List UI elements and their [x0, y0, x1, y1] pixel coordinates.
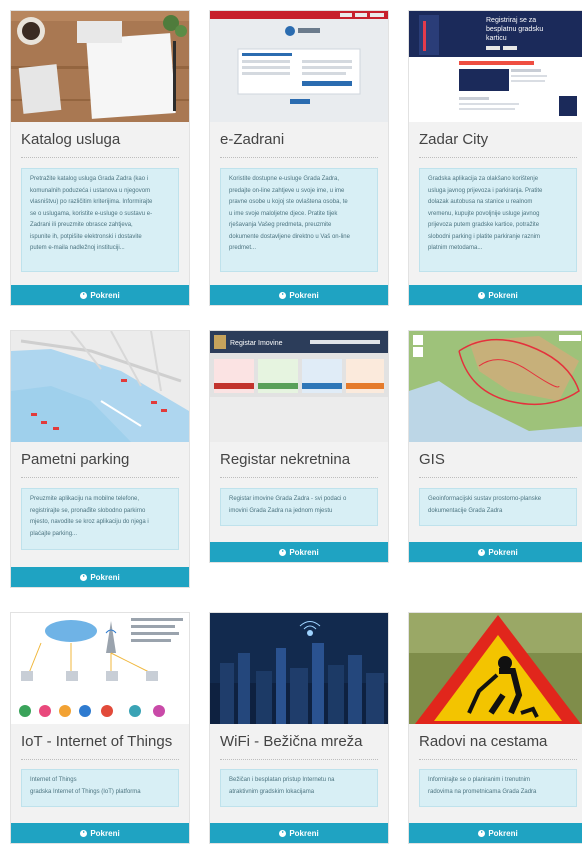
launch-button[interactable]: Pokreni [11, 823, 189, 843]
launch-button[interactable]: Pokreni [210, 542, 388, 562]
wifi-city-image [210, 613, 388, 724]
play-circle-icon [279, 291, 287, 299]
divider [21, 157, 179, 158]
divider [21, 759, 179, 760]
play-circle-icon [478, 829, 486, 837]
card-description: Internet of Things gradska Internet of Th… [21, 769, 179, 807]
card-description: Koristite dostupne e-usluge Grada Zadra,… [220, 168, 378, 272]
launch-button[interactable]: Pokreni [409, 542, 582, 562]
card-title: Radovi na cestama [419, 733, 548, 750]
card-title: IoT - Internet of Things [21, 733, 173, 750]
card-description: Bežičan i besplatan pristup Internetu na… [220, 769, 378, 807]
zadar-city-app-screenshot: Registriraj se za besplatnu gradsku kart… [409, 11, 582, 122]
service-card-gis: GIS Geoinformacijski sustav prostorno-pl… [408, 330, 582, 563]
divider [220, 477, 378, 478]
launch-button[interactable]: Pokreni [11, 285, 189, 305]
thumb-headline-line: Registriraj se za [486, 17, 536, 24]
service-card-katalog-usluga: Katalog usluga Pretražite katalog usluga… [10, 10, 190, 306]
card-title: Pametni parking [21, 451, 130, 468]
divider [220, 759, 378, 760]
play-circle-icon [478, 291, 486, 299]
service-card-e-zadrani: e-Zadrani Koristite dostupne e-usluge Gr… [209, 10, 389, 306]
service-card-iot: IoT - Internet of Things Internet of Thi… [10, 612, 190, 844]
card-description: Informirajte se o planiranim i trenutnim… [419, 769, 577, 807]
play-circle-icon [478, 548, 486, 556]
card-description: Geoinformacijski sustav prostorno-plansk… [419, 488, 577, 526]
service-card-registar-nekretnina: Registar Imovine Registar nekretnina Reg… [209, 330, 389, 563]
iot-network-diagram [11, 613, 189, 724]
launch-button[interactable]: Pokreni [409, 823, 582, 843]
launch-button[interactable]: Pokreni [409, 285, 582, 305]
play-circle-icon [80, 573, 88, 581]
registar-app-screenshot: Registar Imovine [210, 331, 388, 442]
launch-button[interactable]: Pokreni [11, 567, 189, 587]
divider [419, 157, 577, 158]
divider [21, 477, 179, 478]
thumb-header-text: Registar Imovine [230, 340, 283, 347]
play-circle-icon [279, 548, 287, 556]
parking-map-image [11, 331, 189, 442]
card-title: e-Zadrani [220, 131, 285, 148]
e-zadrani-login-screenshot [210, 11, 388, 122]
play-circle-icon [80, 829, 88, 837]
gis-map-image [409, 331, 582, 442]
card-description: Gradska aplikacija za olakšano korištenj… [419, 168, 577, 272]
thumb-headline-line: besplatnu gradsku [486, 26, 543, 33]
divider [419, 477, 577, 478]
divider [419, 759, 577, 760]
service-card-wifi: WiFi - Bežična mreža Bežičan i besplatan… [209, 612, 389, 844]
card-description: Pretražite katalog usluga Grada Zadra (k… [21, 168, 179, 272]
play-circle-icon [80, 291, 88, 299]
card-title: GIS [419, 451, 445, 468]
thumb-headline-line: karticu [486, 35, 507, 42]
service-card-radovi-na-cestama: Radovi na cestama Informirajte se o plan… [408, 612, 582, 844]
card-title: Zadar City [419, 131, 489, 148]
card-title: Registar nekretnina [220, 451, 351, 468]
roadworks-sign-image [409, 613, 582, 724]
card-description: Registar imovine Grada Zadra - svi podac… [220, 488, 378, 526]
divider [220, 157, 378, 158]
card-title: WiFi - Bežična mreža [220, 733, 363, 750]
card-description: Preuzmite aplikaciju na mobilne telefone… [21, 488, 179, 550]
desk-notebook-image [11, 11, 189, 122]
play-circle-icon [279, 829, 287, 837]
service-card-zadar-city: Registriraj se za besplatnu gradsku kart… [408, 10, 582, 306]
service-card-pametni-parking: Pametni parking Preuzmite aplikaciju na … [10, 330, 190, 588]
launch-button[interactable]: Pokreni [210, 823, 388, 843]
launch-button[interactable]: Pokreni [210, 285, 388, 305]
card-title: Katalog usluga [21, 131, 121, 148]
